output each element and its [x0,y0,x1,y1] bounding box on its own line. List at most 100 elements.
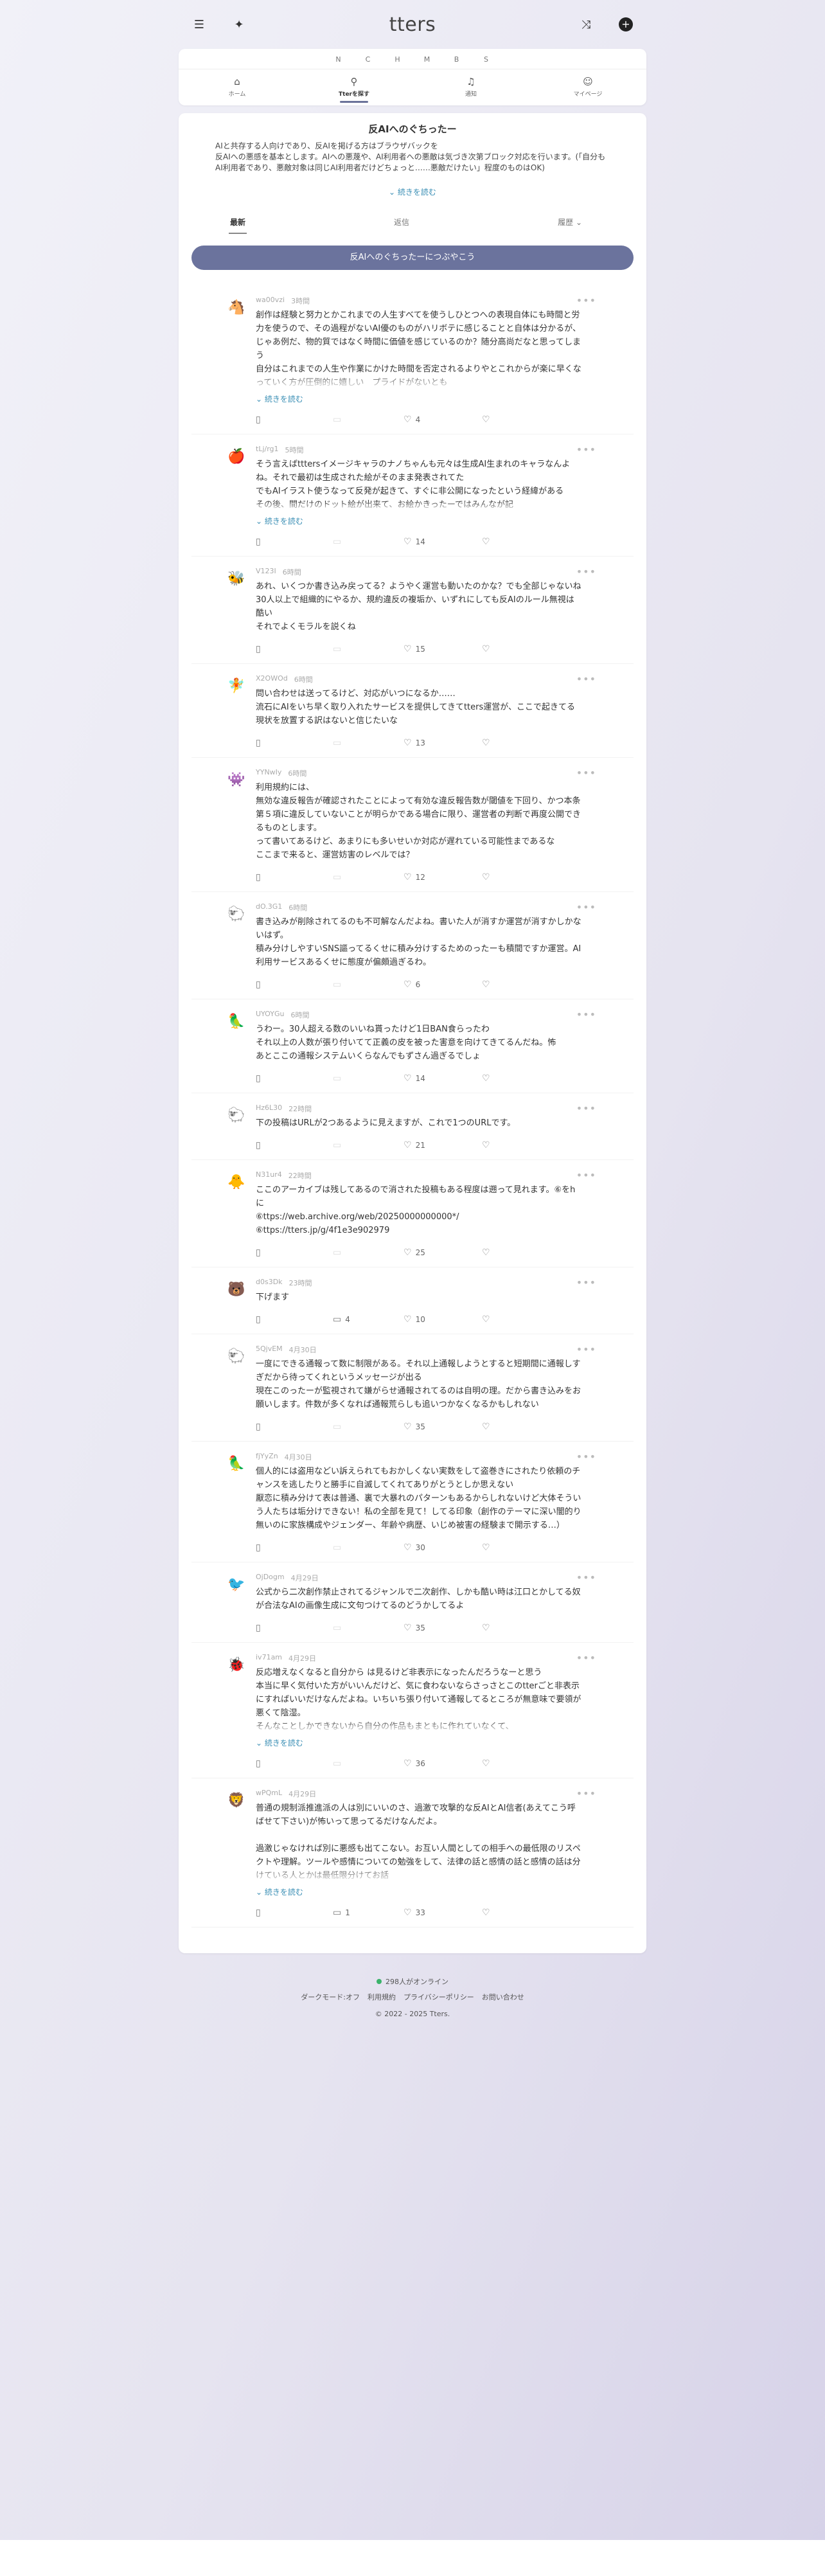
bookmark-button[interactable]: ▯ [256,1073,333,1084]
bookmark-button[interactable]: ▯ [256,1623,333,1633]
more-options-icon[interactable]: ••• [576,1102,596,1114]
bookmark-button[interactable]: ▯ [256,1543,333,1553]
footer-link[interactable]: 利用規約 [368,1992,396,2002]
react-button[interactable]: ♡ [482,738,490,748]
react-button[interactable]: ♡ [482,1908,490,1918]
like-button[interactable]: ♡ 33 [404,1908,482,1918]
react-button[interactable]: ♡ [482,1543,490,1553]
react-button[interactable]: ♡ [482,1248,490,1258]
post-user-id[interactable]: X2OWOd [256,674,288,684]
reply-button[interactable]: ▭ [333,1422,404,1432]
more-options-icon[interactable]: ••• [576,901,596,913]
react-button[interactable]: ♡ [482,1758,490,1769]
post-user-id[interactable]: wPQmL [256,1789,282,1799]
avatar[interactable]: 🐑 [227,1106,245,1124]
like-button[interactable]: ♡ 6 [404,979,482,990]
more-options-icon[interactable]: ••• [576,673,596,685]
more-options-icon[interactable]: ••• [576,767,596,779]
post-user-id[interactable]: N31ur4 [256,1170,282,1181]
post-user-id[interactable]: tLj/rg1 [256,445,279,455]
like-button[interactable]: ♡ 14 [404,537,482,547]
react-button[interactable]: ♡ [482,1422,490,1432]
reply-button[interactable]: ▭ [333,537,404,547]
tab-replies[interactable]: 返信 [394,217,409,234]
sparkle-icon[interactable]: ✦ [231,17,247,32]
like-button[interactable]: ♡ 35 [404,1623,482,1633]
react-button[interactable]: ♡ [482,644,490,654]
tab-latest[interactable]: 最新 [228,217,247,234]
bookmark-button[interactable]: ▯ [256,1758,333,1769]
post-user-id[interactable]: fjYyZn [256,1452,278,1462]
avatar[interactable]: 🍎 [227,447,245,465]
post-user-id[interactable]: d0s3Dk [256,1278,283,1288]
bookmark-button[interactable]: ▯ [256,1908,333,1918]
like-button[interactable]: ♡ 25 [404,1248,482,1258]
avatar[interactable]: 🦜 [227,1012,245,1030]
nav-tab[interactable]: ⌂ ホーム [199,76,276,103]
react-button[interactable]: ♡ [482,1073,490,1084]
nav-tab[interactable]: ♫ 通知 [432,76,510,103]
avatar[interactable]: 🐑 [227,905,245,923]
like-button[interactable]: ♡ 10 [404,1314,482,1325]
reply-button[interactable]: ▭ [333,415,404,425]
bookmark-button[interactable]: ▯ [256,537,333,547]
reply-button[interactable]: ▭ [333,738,404,748]
bookmark-button[interactable]: ▯ [256,872,333,882]
post-user-id[interactable]: OjDogm [256,1573,285,1583]
bookmark-button[interactable]: ▯ [256,738,333,748]
letter-index-item[interactable]: H [394,55,402,64]
post-read-more-link[interactable]: ⌄ 続きを読む [256,393,608,404]
site-logo[interactable]: tters [389,13,436,36]
more-options-icon[interactable]: ••• [576,1169,596,1181]
more-options-icon[interactable]: ••• [576,1451,596,1463]
nav-tab[interactable]: ⚲ Tterを探す [315,76,393,103]
shuffle-icon[interactable]: ⤨ [578,17,594,32]
reply-button[interactable]: ▭ [333,872,404,882]
post-user-id[interactable]: dO.3G1 [256,902,282,913]
like-button[interactable]: ♡ 35 [404,1422,482,1432]
reply-button[interactable]: ▭ [333,1248,404,1258]
new-post-button[interactable]: + [618,17,634,32]
reply-button[interactable]: ▭ [333,1073,404,1084]
post-user-id[interactable]: wa00vzi [256,296,285,306]
letter-index-item[interactable]: M [423,55,431,64]
bookmark-button[interactable]: ▯ [256,415,333,425]
reply-button[interactable]: ▭ [333,1758,404,1769]
avatar[interactable]: 🐝 [227,569,245,587]
more-options-icon[interactable]: ••• [576,1571,596,1584]
react-button[interactable]: ♡ [482,1623,490,1633]
more-options-icon[interactable]: ••• [576,1276,596,1289]
avatar[interactable]: 🐑 [227,1347,245,1365]
footer-link[interactable]: プライバシーポリシー [404,1992,474,2002]
reply-button[interactable]: ▭ [333,1543,404,1553]
react-button[interactable]: ♡ [482,872,490,882]
like-button[interactable]: ♡ 36 [404,1758,482,1769]
bookmark-button[interactable]: ▯ [256,979,333,990]
like-button[interactable]: ♡ 15 [404,644,482,654]
post-read-more-link[interactable]: ⌄ 続きを読む [256,1886,608,1897]
bookmark-button[interactable]: ▯ [256,1248,333,1258]
tab-history[interactable]: 履歴 ⌄ [558,217,582,234]
letter-index-item[interactable]: C [364,55,372,64]
post-user-id[interactable]: Hz6L30 [256,1104,282,1114]
avatar[interactable]: 🦁 [227,1791,245,1809]
like-button[interactable]: ♡ 12 [404,872,482,882]
reply-button[interactable]: ▭ 1 [333,1908,404,1918]
bookmark-button[interactable]: ▯ [256,1314,333,1325]
avatar[interactable]: 🐞 [227,1656,245,1674]
letter-index-item[interactable]: S [483,55,490,64]
more-options-icon[interactable]: ••• [576,294,596,307]
more-options-icon[interactable]: ••• [576,443,596,456]
more-options-icon[interactable]: ••• [576,1008,596,1021]
reply-button[interactable]: ▭ 4 [333,1314,404,1325]
bookmark-button[interactable]: ▯ [256,1422,333,1432]
avatar[interactable]: 🐥 [227,1173,245,1191]
post-user-id[interactable]: YYNwIy [256,768,281,778]
board-read-more-link[interactable]: ⌄ 続きを読む [191,186,634,197]
like-button[interactable]: ♡ 4 [404,415,482,425]
avatar[interactable]: 🦜 [227,1454,245,1472]
react-button[interactable]: ♡ [482,1140,490,1150]
nav-tab[interactable]: ☺ マイページ [549,76,626,103]
reply-button[interactable]: ▭ [333,1140,404,1150]
avatar[interactable]: 👾 [227,771,245,789]
